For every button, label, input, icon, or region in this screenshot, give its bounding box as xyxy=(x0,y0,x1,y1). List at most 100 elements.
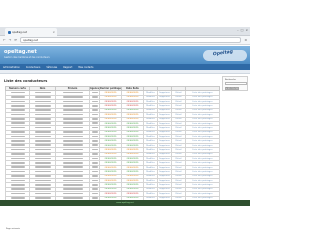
redacted-text xyxy=(91,135,98,138)
menu-item-rapport[interactable]: Rapport xyxy=(63,66,72,69)
page-title: Liste des conducteurs xyxy=(4,79,48,83)
redacted-text xyxy=(62,122,83,125)
redacted-text xyxy=(62,144,83,147)
menu-item-administration[interactable]: Administration xyxy=(3,66,20,69)
redacted-text xyxy=(34,144,51,147)
redacted-text xyxy=(34,153,51,155)
redacted-text xyxy=(10,96,25,98)
redacted-text xyxy=(91,162,98,164)
back-icon[interactable]: ← xyxy=(3,38,6,42)
navigation-bar: ← → ⟳ opeltag.net ≡ xyxy=(0,36,250,45)
redacted-text xyxy=(62,197,83,199)
site-name[interactable]: opeltag.net xyxy=(4,49,37,55)
tab-title: opeltag.net xyxy=(12,30,27,34)
redacted-text xyxy=(34,135,51,138)
redacted-text xyxy=(91,100,98,103)
redacted-text xyxy=(34,91,51,94)
redacted-text xyxy=(91,166,98,168)
redacted-text xyxy=(62,91,83,94)
redacted-text xyxy=(10,118,25,120)
redacted-text xyxy=(10,162,25,164)
redacted-text xyxy=(91,170,98,173)
redacted-text xyxy=(91,109,98,111)
redacted-text xyxy=(91,157,98,160)
pagination-link[interactable]: Page suivante xyxy=(6,228,20,230)
redacted-text xyxy=(62,131,83,133)
redacted-text xyxy=(91,144,98,147)
site-logo[interactable]: Opeltag xyxy=(203,48,247,62)
redacted-text xyxy=(62,104,83,107)
redacted-text xyxy=(62,162,83,164)
redacted-text xyxy=(34,126,51,129)
address-bar[interactable]: opeltag.net xyxy=(20,37,242,43)
redacted-text xyxy=(91,122,98,125)
menu-icon[interactable]: ≡ xyxy=(244,38,247,42)
minimize-icon[interactable]: – xyxy=(237,28,239,32)
column-header[interactable]: Agence xyxy=(89,85,100,92)
sidebar: Recherche Rechercher xyxy=(222,76,248,106)
redacted-text xyxy=(10,91,25,94)
column-header[interactable]: Numéro carte xyxy=(5,85,30,92)
menu-item-contacts[interactable]: Mes contacts xyxy=(78,66,93,69)
redacted-text xyxy=(91,118,98,120)
redacted-text xyxy=(10,104,25,107)
maximize-icon[interactable]: □ xyxy=(241,28,244,32)
redacted-text xyxy=(62,153,83,155)
redacted-text xyxy=(62,166,83,168)
redacted-text xyxy=(91,91,98,94)
redacted-text xyxy=(10,188,25,190)
search-button[interactable]: Rechercher xyxy=(225,86,239,90)
redacted-text xyxy=(10,109,25,111)
redacted-text xyxy=(91,197,98,199)
redacted-text xyxy=(62,175,83,177)
forward-icon[interactable]: → xyxy=(9,38,12,42)
close-icon[interactable]: × xyxy=(245,28,248,32)
redacted-text xyxy=(34,148,51,151)
site-header: opeltag.net Gestion des membres et des c… xyxy=(0,46,250,64)
browser-tab[interactable]: opeltag.net × xyxy=(5,28,57,36)
redacted-text xyxy=(34,131,51,133)
redacted-text xyxy=(10,197,25,199)
redacted-text xyxy=(62,113,83,116)
menu-item-conducteurs[interactable]: Conducteurs xyxy=(26,66,41,69)
browser-window: opeltag.net × – □ × ← → ⟳ opeltag.net ≡ … xyxy=(0,0,250,250)
redacted-text xyxy=(10,122,25,125)
redacted-text xyxy=(34,188,51,190)
redacted-text xyxy=(62,100,83,103)
redacted-text xyxy=(10,126,25,129)
drivers-table: Numéro carte Nom Prénom Agence Dernier point… xyxy=(5,85,220,202)
redacted-text xyxy=(91,96,98,98)
redacted-text xyxy=(62,192,83,195)
redacted-text xyxy=(34,166,51,168)
column-header[interactable]: Dernier pointage xyxy=(99,85,122,92)
redacted-text xyxy=(91,126,98,129)
redacted-text xyxy=(62,109,83,111)
redacted-text xyxy=(10,153,25,155)
tab-close-icon[interactable]: × xyxy=(52,30,55,34)
redacted-text xyxy=(10,140,25,142)
redacted-text xyxy=(91,192,98,195)
reload-icon[interactable]: ⟳ xyxy=(14,38,17,42)
redacted-text xyxy=(10,148,25,151)
redacted-text xyxy=(34,113,51,116)
redacted-text xyxy=(91,140,98,142)
redacted-text xyxy=(91,113,98,116)
redacted-text xyxy=(10,157,25,160)
main-content: Liste des conducteurs Numéro carte Nom Pré… xyxy=(2,74,220,230)
redacted-text xyxy=(10,100,25,103)
web-page: opeltag.net Gestion des membres et des c… xyxy=(0,46,250,230)
redacted-text xyxy=(34,122,51,125)
redacted-text xyxy=(34,197,51,199)
redacted-text xyxy=(62,126,83,129)
redacted-text xyxy=(34,118,51,120)
redacted-text xyxy=(62,170,83,173)
menu-item-vehicules[interactable]: Véhicules xyxy=(46,66,57,69)
redacted-text xyxy=(34,170,51,173)
footer-text: www.opeltag.net xyxy=(116,202,134,204)
redacted-text xyxy=(62,157,83,160)
redacted-text xyxy=(62,148,83,151)
redacted-text xyxy=(34,140,51,142)
redacted-text xyxy=(10,175,25,177)
redacted-text xyxy=(91,179,98,182)
search-input[interactable] xyxy=(225,82,247,85)
